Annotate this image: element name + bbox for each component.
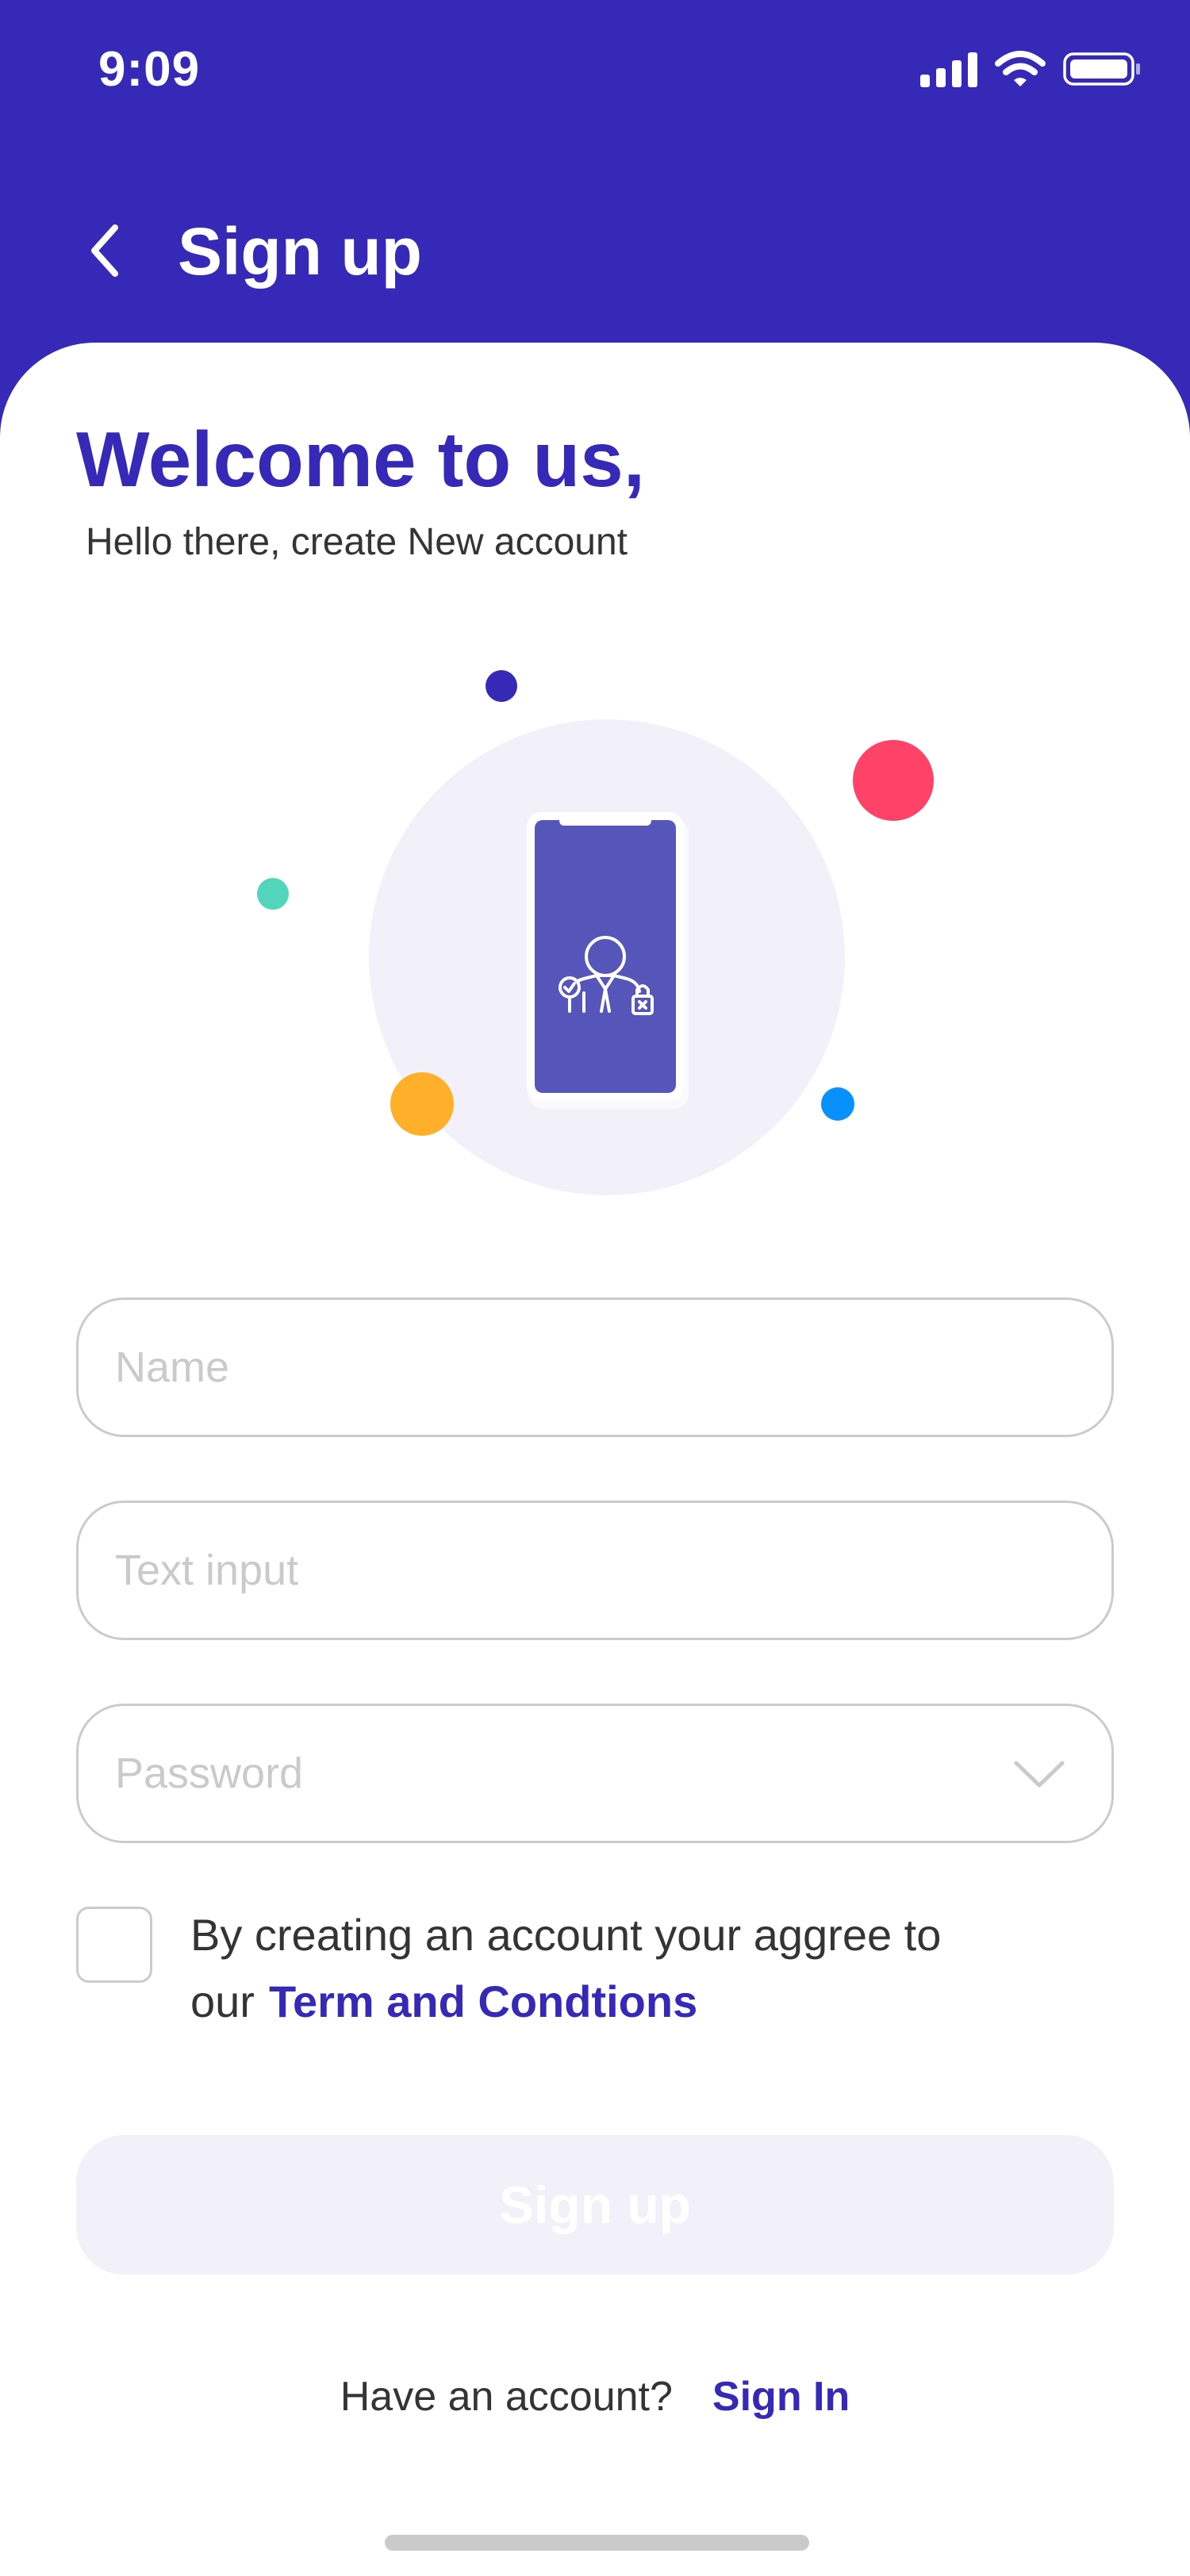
signal-icon [920,52,977,87]
dot-blue [821,1087,854,1121]
app-header: Sign up [0,182,1190,317]
name-field[interactable] [76,1298,1114,1437]
dot-teal [257,878,289,910]
text-input[interactable] [115,1546,988,1595]
welcome-heading: Welcome to us, [76,416,646,503]
text-input-field[interactable] [76,1501,1114,1640]
terms-checkbox[interactable] [76,1907,152,1983]
signin-link[interactable]: Sign In [712,2374,850,2420]
status-time: 9:09 [98,42,201,97]
password-input[interactable] [115,1749,988,1798]
dot-red [853,740,934,821]
password-field[interactable] [76,1704,1114,1843]
name-input[interactable] [115,1343,988,1392]
signup-button[interactable]: Sign up [76,2135,1114,2275]
content-sheet: Welcome to us, Hello there, create New a… [0,343,1190,2576]
back-arrow-icon [91,224,118,277]
status-bar: 9:09 [0,0,1190,143]
wifi-icon [995,51,1046,86]
signup-illustration [257,670,934,1195]
terms-text: By creating an account your aggree to ou… [190,1902,1111,2035]
home-indicator [385,2535,809,2551]
chevron-down-icon[interactable] [1012,1757,1067,1792]
have-account-text: Have an account? [340,2374,673,2420]
status-icons [920,51,1142,87]
dot-navy [486,670,517,702]
back-button[interactable] [76,216,132,286]
signin-prompt: Have an account? Sign In [0,2373,1190,2421]
page-title: Sign up [178,214,422,289]
phone-illustration [527,812,689,1109]
dot-orange [390,1072,454,1136]
terms-link[interactable]: Term and Condtions [269,1976,697,2026]
battery-icon [1063,52,1140,86]
terms-row: By creating an account your aggree to ou… [76,1902,1114,2037]
welcome-subtitle: Hello there, create New account [86,521,628,563]
